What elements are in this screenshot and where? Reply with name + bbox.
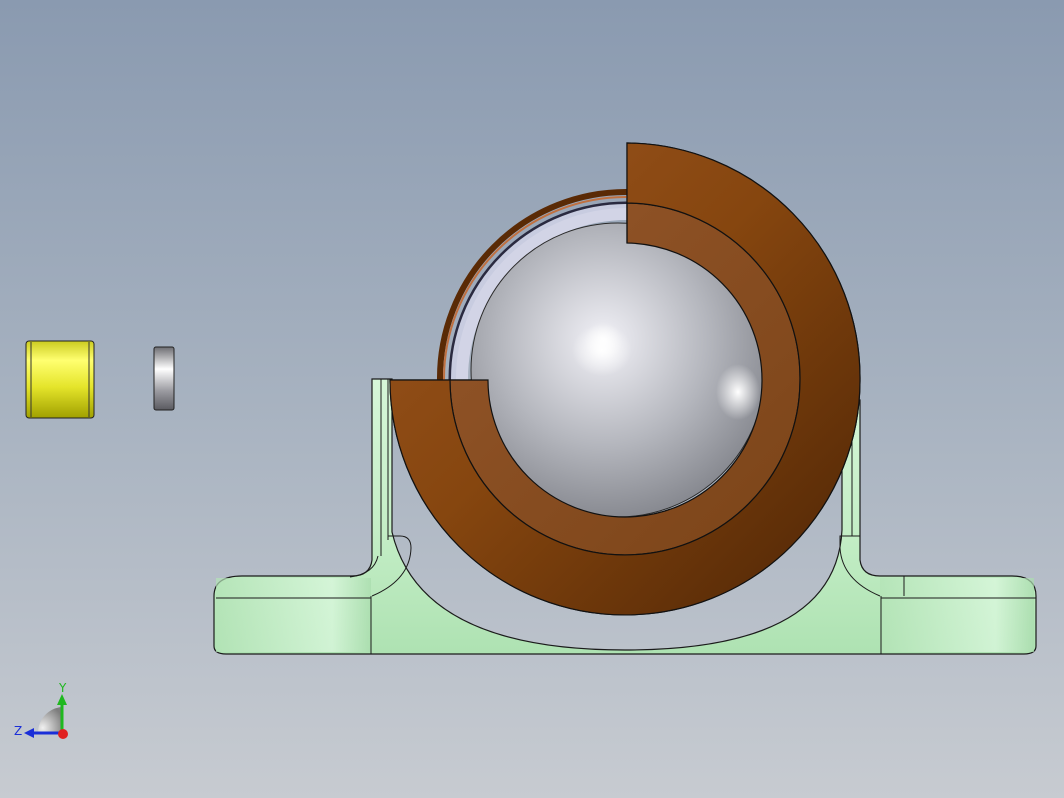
cad-scene: Y Z [14,142,1037,739]
triad-arc [37,707,62,733]
housing-foot-left [216,578,371,652]
cad-viewport[interactable]: Y Z [0,0,1064,798]
housing-foot-right [880,578,1034,652]
cylinder-sleeve[interactable] [25,340,95,419]
y-axis-arrow [57,694,67,705]
z-axis-label: Z [14,724,22,738]
ball-highlight-main [572,324,632,376]
ball-highlight-side [716,364,760,420]
axis-triad: Y Z [14,681,68,739]
sleeve-body [25,340,95,419]
z-axis-arrow [24,728,34,738]
y-axis-label: Y [58,681,67,695]
washer-body [153,346,175,411]
x-axis-dot [58,729,68,739]
washer[interactable] [153,346,175,411]
